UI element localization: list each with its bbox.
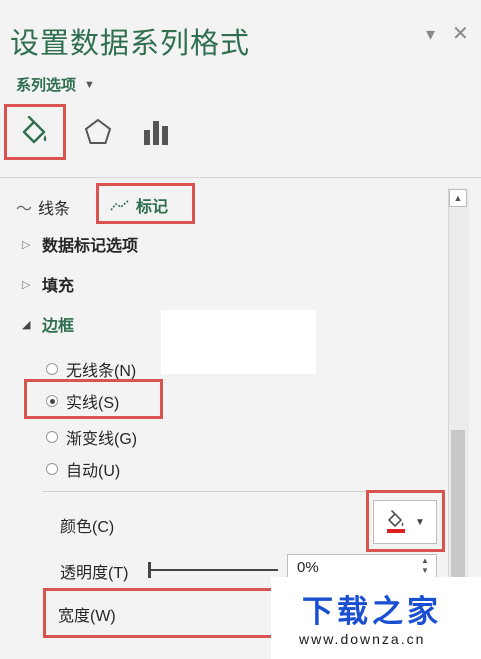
expand-right-icon: ▷ [22, 278, 31, 291]
expand-down-icon: ◢ [22, 318, 31, 331]
section-fill[interactable]: ▷ 填充 [22, 272, 74, 296]
subtab-line-label: 线条 [38, 201, 71, 218]
radio-automatic-label: 自动(U) [66, 463, 121, 480]
transparency-value: 0% [297, 559, 319, 576]
radio-automatic[interactable]: 自动(U) [46, 457, 120, 481]
close-icon[interactable]: ✕ [452, 21, 469, 46]
expand-right-icon: ▷ [22, 238, 31, 251]
tab-separator [0, 177, 481, 178]
transparency-slider-handle[interactable] [148, 562, 151, 578]
color-label: 颜色(C) [60, 519, 115, 536]
line-wave-icon: 〜 [16, 201, 33, 218]
watermark-title: 下载之家 [302, 594, 442, 629]
section-marker-options[interactable]: ▷ 数据标记选项 [22, 232, 138, 256]
section-marker-options-label: 数据标记选项 [42, 238, 139, 255]
scroll-up-icon[interactable]: ▲ [449, 189, 467, 207]
watermark-url: www.downza.cn [299, 631, 426, 647]
subtab-line[interactable]: 〜 线条 [16, 195, 70, 219]
radio-gradient-line[interactable]: 渐变线(G) [46, 425, 137, 449]
tab-series-options[interactable] [128, 104, 184, 160]
radio-circle [46, 463, 58, 475]
pentagon-icon [84, 118, 112, 144]
panel-options-icon[interactable]: ▾ [426, 24, 435, 45]
solid-line-highlight [24, 379, 163, 419]
radio-no-line[interactable]: 无线条(N) [46, 357, 136, 381]
section-fill-label: 填充 [42, 278, 75, 295]
radio-no-line-label: 无线条(N) [66, 363, 137, 380]
radio-circle [46, 363, 58, 375]
section-border-label: 边框 [42, 318, 75, 335]
section-border[interactable]: ◢ 边框 [22, 312, 74, 336]
tab-effects[interactable] [70, 104, 126, 160]
bar-chart-icon [144, 121, 168, 145]
series-options-label: 系列选项 [16, 77, 77, 94]
series-options-dropdown[interactable]: 系列选项 ▼ [16, 74, 95, 95]
width-highlight [43, 588, 275, 638]
radio-gradient-line-label: 渐变线(G) [66, 431, 138, 448]
transparency-slider[interactable] [150, 569, 278, 571]
blank-overlay [161, 310, 316, 374]
radio-circle [46, 431, 58, 443]
color-button-highlight [366, 490, 445, 552]
chevron-down-icon: ▼ [84, 78, 95, 91]
panel-title: 设置数据系列格式 [10, 28, 251, 60]
tab-fill-line-highlight [4, 104, 66, 160]
subtab-marker-highlight [96, 183, 195, 224]
spin-arrows-icon[interactable]: ▲ ▼ [421, 556, 429, 576]
transparency-label: 透明度(T) [60, 565, 129, 582]
